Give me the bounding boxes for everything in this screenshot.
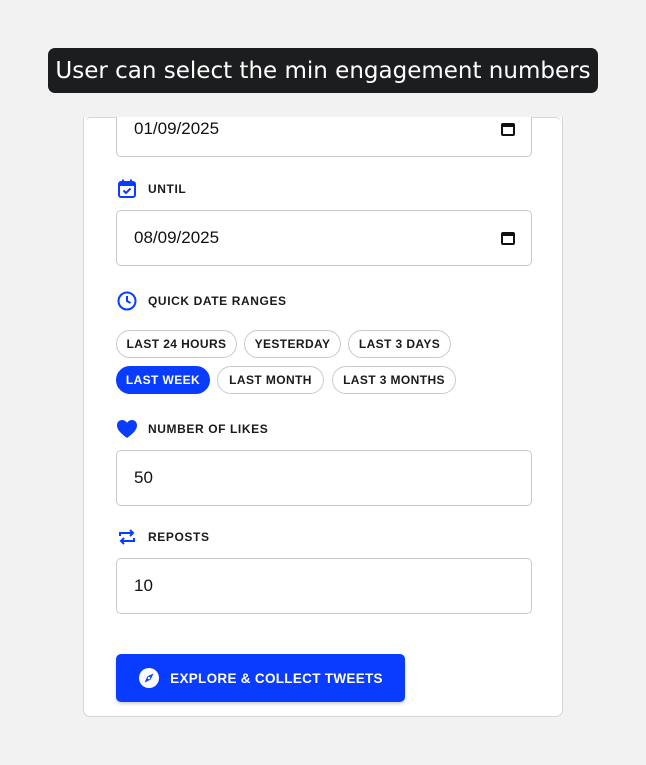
reposts-label-row: REPOSTS xyxy=(116,526,210,548)
calendar-icon[interactable] xyxy=(501,231,515,245)
likes-label: NUMBER OF LIKES xyxy=(148,422,269,436)
calendar-check-icon xyxy=(116,178,138,200)
since-date-input[interactable]: 01/09/2025 xyxy=(116,117,532,157)
until-date-value: 08/09/2025 xyxy=(134,228,220,247)
explore-collect-label: EXPLORE & COLLECT TWEETS xyxy=(170,670,383,686)
likes-label-row: NUMBER OF LIKES xyxy=(116,418,268,440)
chip-label: LAST 3 DAYS xyxy=(358,337,441,351)
caption-banner: User can select the min engagement numbe… xyxy=(48,48,598,93)
clock-icon xyxy=(116,290,138,312)
repost-icon xyxy=(116,526,138,548)
likes-input[interactable]: 50 xyxy=(116,450,532,506)
until-date-input[interactable]: 08/09/2025 xyxy=(116,210,532,266)
heart-icon xyxy=(116,418,138,440)
likes-value: 50 xyxy=(134,468,153,487)
until-label: UNTIL xyxy=(148,182,187,196)
chip-last-week[interactable]: LAST WEEK xyxy=(116,366,210,394)
until-label-row: UNTIL xyxy=(116,178,186,200)
chip-label: YESTERDAY xyxy=(254,337,331,351)
chip-label: LAST MONTH xyxy=(229,373,312,387)
calendar-icon[interactable] xyxy=(501,122,515,136)
chip-last-month[interactable]: LAST MONTH xyxy=(217,366,324,394)
chip-last-3-months[interactable]: LAST 3 MONTHS xyxy=(332,366,456,394)
reposts-input[interactable]: 10 xyxy=(116,558,532,614)
chip-last-3-days[interactable]: LAST 3 DAYS xyxy=(348,330,451,358)
screen: User can select the min engagement numbe… xyxy=(0,0,646,765)
chip-last-24-hours[interactable]: LAST 24 HOURS xyxy=(116,330,237,358)
search-form-card: 01/09/2025 UNTIL 08/09/2025 QUICK DATE R… xyxy=(83,117,563,717)
reposts-value: 10 xyxy=(134,576,153,595)
explore-collect-button[interactable]: EXPLORE & COLLECT TWEETS xyxy=(116,654,405,702)
quick-ranges-label: QUICK DATE RANGES xyxy=(148,294,287,308)
chip-label: LAST 3 MONTHS xyxy=(343,373,445,387)
compass-icon xyxy=(138,667,160,689)
chip-label: LAST 24 HOURS xyxy=(126,337,227,351)
since-date-value: 01/09/2025 xyxy=(134,119,220,138)
quick-ranges-label-row: QUICK DATE RANGES xyxy=(116,290,287,312)
chip-label: LAST WEEK xyxy=(125,373,201,387)
chip-yesterday[interactable]: YESTERDAY xyxy=(244,330,341,358)
reposts-label: REPOSTS xyxy=(148,530,210,544)
